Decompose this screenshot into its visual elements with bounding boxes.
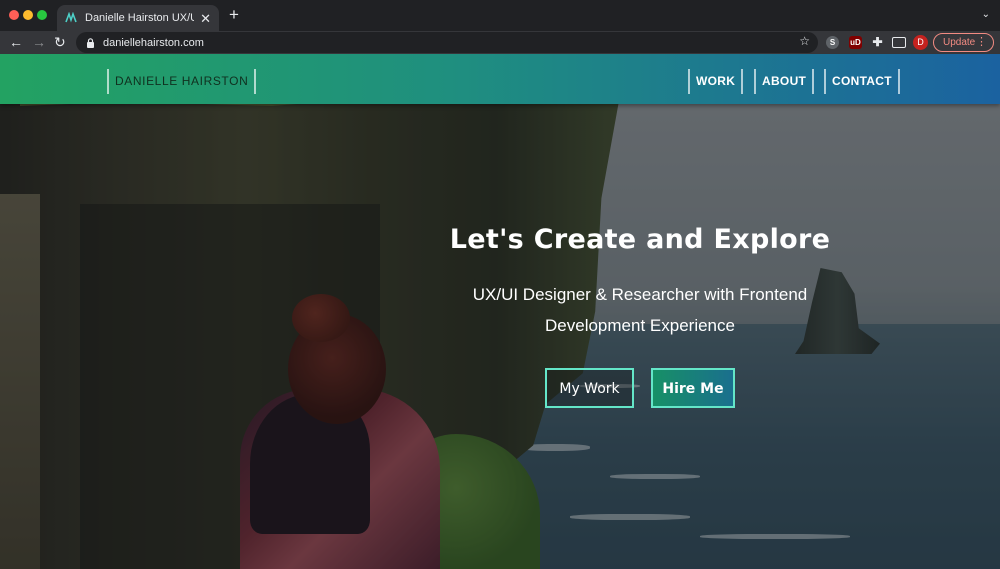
menu-dots-icon: ⋮ — [976, 36, 987, 48]
new-tab-button[interactable]: + — [229, 6, 239, 23]
bookmark-star-icon[interactable]: ☆ — [799, 34, 810, 48]
extensions-puzzle-icon[interactable]: ✚ — [871, 36, 884, 49]
website-viewport: Let's Create and Explore UX/UI Designer … — [0, 54, 1000, 569]
site-header: DANIELLE HAIRSTON WORK ABOUT CONTACT — [0, 54, 1000, 104]
my-work-button[interactable]: My Work — [545, 368, 634, 408]
minimize-window-button[interactable] — [23, 10, 33, 20]
cast-icon[interactable] — [892, 37, 906, 48]
tab-title: Danielle Hairston UX/UI Design — [85, 12, 194, 24]
tab-search-chevron-icon[interactable]: ⌄ — [982, 9, 990, 20]
site-logo[interactable]: DANIELLE HAIRSTON — [107, 69, 257, 94]
hero-subtitle-line1: UX/UI Designer & Researcher with Fronten… — [472, 285, 808, 304]
browser-tab[interactable]: Danielle Hairston UX/UI Design ✕ — [57, 5, 219, 31]
address-bar[interactable]: daniellehairston.com ☆ — [76, 32, 818, 53]
update-button[interactable]: Update ⋮ — [933, 33, 994, 52]
lock-icon — [87, 37, 94, 48]
reload-button[interactable]: ↻ — [54, 34, 66, 50]
profile-avatar[interactable]: D — [913, 35, 928, 50]
browser-toolbar: ← → ↻ daniellehairston.com ☆ S uD ✚ D Up… — [0, 31, 1000, 54]
hero-content: Let's Create and Explore UX/UI Designer … — [440, 224, 840, 341]
forward-button[interactable]: → — [32, 34, 46, 50]
hero-subtitle: UX/UI Designer & Researcher with Fronten… — [440, 279, 840, 341]
browser-tab-bar: Danielle Hairston UX/UI Design ✕ + ⌄ — [0, 0, 1000, 31]
hero-title: Let's Create and Explore — [449, 224, 831, 255]
hero-buttons: My Work Hire Me — [545, 368, 845, 408]
update-label: Update — [943, 37, 976, 48]
nav-contact-link[interactable]: CONTACT — [824, 69, 900, 94]
url-text: daniellehairston.com — [103, 36, 204, 49]
hero-subtitle-line2: Development Experience — [545, 316, 735, 335]
close-window-button[interactable] — [9, 10, 19, 20]
nav-work-link[interactable]: WORK — [688, 69, 744, 94]
nav-about-link[interactable]: ABOUT — [754, 69, 815, 94]
extension-s-icon[interactable]: S — [826, 36, 839, 49]
site-favicon-icon — [65, 12, 77, 23]
back-button[interactable]: ← — [9, 34, 23, 50]
hire-me-button[interactable]: Hire Me — [651, 368, 735, 408]
maximize-window-button[interactable] — [37, 10, 47, 20]
tab-close-icon[interactable]: ✕ — [200, 12, 211, 25]
extension-ublock-icon[interactable]: uD — [849, 36, 862, 49]
hero-section: Let's Create and Explore UX/UI Designer … — [0, 54, 1000, 569]
